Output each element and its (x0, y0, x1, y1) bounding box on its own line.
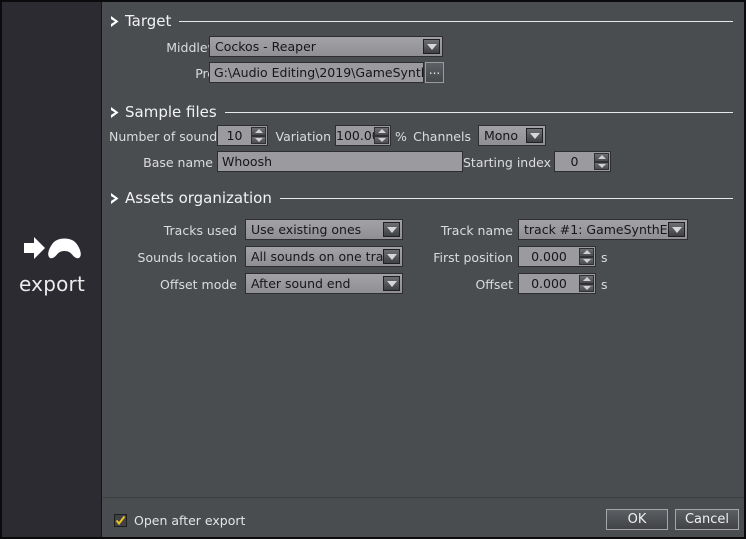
offset-unit: s (601, 277, 608, 292)
stepper-buttons[interactable] (579, 248, 594, 265)
first-position-stepper[interactable]: 0.000 (518, 246, 596, 267)
stepper-up-icon[interactable] (251, 127, 266, 136)
track-name-dropdown[interactable]: track #1: GameSynthExports (518, 219, 688, 240)
tracks-used-label: Tracks used (163, 223, 237, 238)
track-name-value: track #1: GameSynthExports (524, 222, 668, 237)
stepper-down-icon[interactable] (251, 135, 266, 144)
section-header-target[interactable]: Target (103, 11, 733, 31)
export-gamepad-icon (24, 237, 81, 259)
main-panel: Target Middleware Cockos - Reaper Projec… (103, 2, 744, 537)
cancel-button[interactable]: Cancel (675, 509, 739, 530)
track-name-label: Track name (440, 223, 513, 238)
number-of-sounds-stepper[interactable]: 10 (217, 125, 268, 146)
section-title: Sample files (125, 103, 217, 121)
offset-label: Offset (475, 277, 513, 292)
export-dialog: export Target Middleware Cockos - Reaper… (0, 0, 746, 539)
chevron-down-icon[interactable] (526, 128, 543, 143)
project-browse-button[interactable]: ... (425, 62, 444, 83)
stepper-down-icon[interactable] (579, 283, 594, 292)
channels-dropdown[interactable]: Mono (478, 125, 546, 146)
chevron-down-icon[interactable] (383, 222, 400, 237)
number-of-sounds-value: 10 (226, 128, 243, 143)
stepper-up-icon[interactable] (579, 275, 594, 284)
section-divider (179, 20, 733, 22)
tracks-used-value: Use existing ones (251, 222, 362, 237)
sounds-location-value: All sounds on one track (251, 249, 383, 264)
stepper-buttons[interactable] (579, 275, 594, 292)
section-title: Assets organization (125, 189, 272, 207)
sidebar: export (2, 2, 102, 537)
sidebar-item-export[interactable]: export (2, 234, 102, 296)
variation-value: 100.00 (336, 128, 374, 143)
tracks-used-dropdown[interactable]: Use existing ones (245, 219, 403, 240)
checkbox-box[interactable] (114, 514, 127, 527)
stepper-down-icon[interactable] (374, 135, 389, 144)
stepper-buttons[interactable] (251, 127, 266, 144)
stepper-down-icon[interactable] (594, 161, 609, 170)
middleware-value: Cockos - Reaper (215, 39, 316, 54)
offset-mode-dropdown[interactable]: After sound end (245, 273, 403, 294)
sounds-location-label: Sounds location (137, 250, 237, 265)
check-icon (115, 515, 126, 526)
open-after-export-checkbox[interactable]: Open after export (114, 513, 245, 528)
stepper-down-icon[interactable] (579, 256, 594, 265)
first-position-unit: s (601, 250, 608, 265)
variation-label: Variation (275, 129, 331, 144)
sidebar-item-label: export (19, 272, 85, 296)
open-after-export-label: Open after export (134, 513, 246, 528)
offset-stepper[interactable]: 0.000 (518, 273, 596, 294)
middleware-dropdown[interactable]: Cockos - Reaper (209, 36, 443, 57)
stepper-buttons[interactable] (594, 153, 609, 170)
stepper-buttons[interactable] (374, 127, 389, 144)
section-title: Target (125, 12, 172, 30)
stepper-up-icon[interactable] (374, 127, 389, 136)
section-header-sample-files[interactable]: Sample files (103, 102, 733, 122)
stepper-up-icon[interactable] (594, 153, 609, 162)
chevron-right-icon (111, 106, 119, 118)
chevron-right-icon (111, 15, 119, 27)
base-name-input[interactable]: Whoosh (217, 151, 463, 172)
section-divider (279, 197, 733, 199)
footer-divider (103, 497, 744, 498)
stepper-up-icon[interactable] (579, 248, 594, 257)
chevron-down-icon[interactable] (668, 222, 685, 237)
variation-stepper[interactable]: 100.00 (335, 125, 391, 146)
sounds-location-dropdown[interactable]: All sounds on one track (245, 246, 403, 267)
channels-label: Channels (413, 129, 471, 144)
first-position-label: First position (433, 250, 513, 265)
base-name-label: Base name (143, 155, 213, 170)
section-divider (224, 111, 733, 113)
chevron-down-icon[interactable] (383, 276, 400, 291)
number-of-sounds-label: Number of sounds (109, 129, 224, 144)
channels-value: Mono (484, 128, 519, 143)
starting-index-label: Starting index (463, 155, 552, 170)
offset-mode-value: After sound end (251, 276, 351, 291)
chevron-right-icon (111, 192, 119, 204)
section-header-assets-organization[interactable]: Assets organization (103, 188, 733, 208)
starting-index-value: 0 (570, 154, 579, 169)
ok-button[interactable]: OK (606, 509, 668, 530)
chevron-down-icon[interactable] (423, 39, 440, 54)
project-path-input[interactable]: G:\Audio Editing\2019\GameSynthProje (209, 62, 424, 83)
offset-mode-label: Offset mode (160, 277, 237, 292)
starting-index-stepper[interactable]: 0 (554, 151, 611, 172)
chevron-down-icon[interactable] (383, 249, 400, 264)
offset-value: 0.000 (531, 276, 567, 291)
first-position-value: 0.000 (531, 249, 567, 264)
